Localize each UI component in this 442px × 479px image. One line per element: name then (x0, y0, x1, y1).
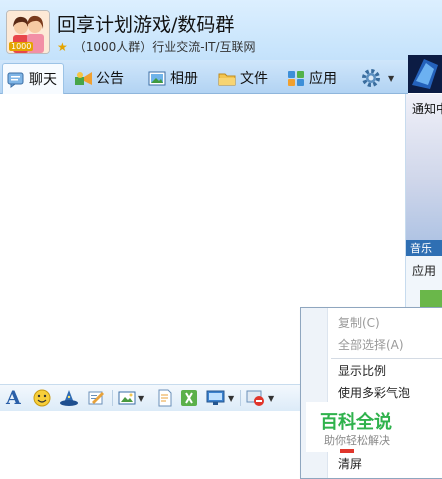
tab-label: 公告 (96, 71, 124, 87)
watermark-subtitle: 助你轻松解决 (324, 434, 390, 447)
menu-gutter (301, 308, 328, 478)
image-icon (118, 391, 136, 405)
note-edit-icon (88, 391, 104, 405)
menu-item-select-all[interactable]: 全部选择(A) (338, 336, 404, 353)
font-icon: A (6, 387, 21, 409)
message-input[interactable] (0, 411, 300, 477)
message-record-button[interactable] (87, 388, 105, 408)
tab-album[interactable]: 相册 (148, 63, 198, 93)
apps-grid-icon (287, 70, 305, 87)
group-title: 回享计划游戏/数码群 (57, 14, 235, 36)
watermark-title: 百科全说 (320, 412, 392, 433)
tab-apps[interactable]: 应用 (287, 63, 337, 93)
tab-label: 相册 (170, 71, 198, 87)
apps-label: 应用 (412, 264, 437, 278)
screen-share-button[interactable]: ▼ (206, 388, 234, 408)
emoji-button[interactable] (33, 388, 51, 408)
toolbar-divider (112, 390, 113, 406)
image-button[interactable]: ▼ (118, 388, 144, 408)
group-subtitle-row: ★ （1000人群）行业交流-IT/互联网 (57, 38, 256, 55)
game-logo[interactable] (408, 55, 442, 93)
announcement-icon (74, 70, 92, 87)
tab-files[interactable]: 文件 (218, 63, 268, 93)
magic-face-button[interactable] (59, 388, 79, 408)
chat-icon (7, 71, 25, 88)
context-menu: 复制(C) 全部选择(A) 显示比例 使用多彩气泡 清屏 (300, 307, 442, 479)
tab-announcement[interactable]: 公告 (74, 63, 124, 93)
scissors-icon (181, 390, 197, 406)
group-subtitle: （1000人群）行业交流-IT/互联网 (73, 40, 256, 54)
notice-title: 通知中 (412, 102, 442, 116)
toolbar-divider (240, 390, 241, 406)
folder-icon (218, 70, 236, 87)
tab-bar: 聊天 公告 相册 文件 应用 ▼ (0, 60, 408, 94)
group-header: 1000 回享计划游戏/数码群 ★ （1000人群）行业交流-IT/互联网 (0, 0, 442, 60)
input-toolbar: A ▼ ▼ ▼ (0, 384, 300, 411)
document-icon (158, 389, 172, 407)
menu-item-zoom[interactable]: 显示比例 (338, 362, 386, 379)
chevron-down-icon: ▼ (138, 393, 145, 403)
tab-label: 应用 (309, 71, 337, 87)
menu-separator (331, 358, 442, 359)
tab-chat[interactable]: 聊天 (2, 63, 64, 94)
screenshot-button[interactable] (180, 388, 198, 408)
tab-label: 文件 (240, 71, 268, 87)
monitor-icon (206, 390, 225, 405)
chevron-down-icon: ▼ (268, 393, 275, 403)
menu-item-clear-screen[interactable]: 清屏 (338, 455, 362, 472)
music-share-button[interactable] (156, 388, 174, 408)
wizard-hat-icon (60, 390, 78, 406)
group-avatar[interactable]: 1000 (6, 10, 50, 54)
smiley-icon (33, 389, 51, 407)
shake-button[interactable]: ▼ (246, 388, 274, 408)
chevron-down-icon: ▼ (228, 393, 235, 403)
star-icon: ★ (57, 40, 68, 54)
settings-button[interactable]: ▼ (360, 63, 394, 93)
menu-item-copy[interactable]: 复制(C) (338, 314, 380, 331)
music-label[interactable]: 音乐 (406, 240, 442, 256)
font-button[interactable]: A (6, 387, 21, 409)
app-icon[interactable] (420, 290, 442, 308)
chevron-down-icon: ▼ (388, 73, 395, 83)
gear-icon (360, 67, 382, 89)
tab-label: 聊天 (29, 72, 57, 88)
red-underline-mark (340, 449, 354, 453)
album-icon (148, 70, 166, 87)
watermark: 百科全说 助你轻松解决 (306, 402, 408, 452)
shake-window-icon (246, 390, 264, 406)
member-limit-badge: 1000 (9, 42, 34, 51)
menu-item-colorful-bubbles[interactable]: 使用多彩气泡 (338, 384, 410, 401)
